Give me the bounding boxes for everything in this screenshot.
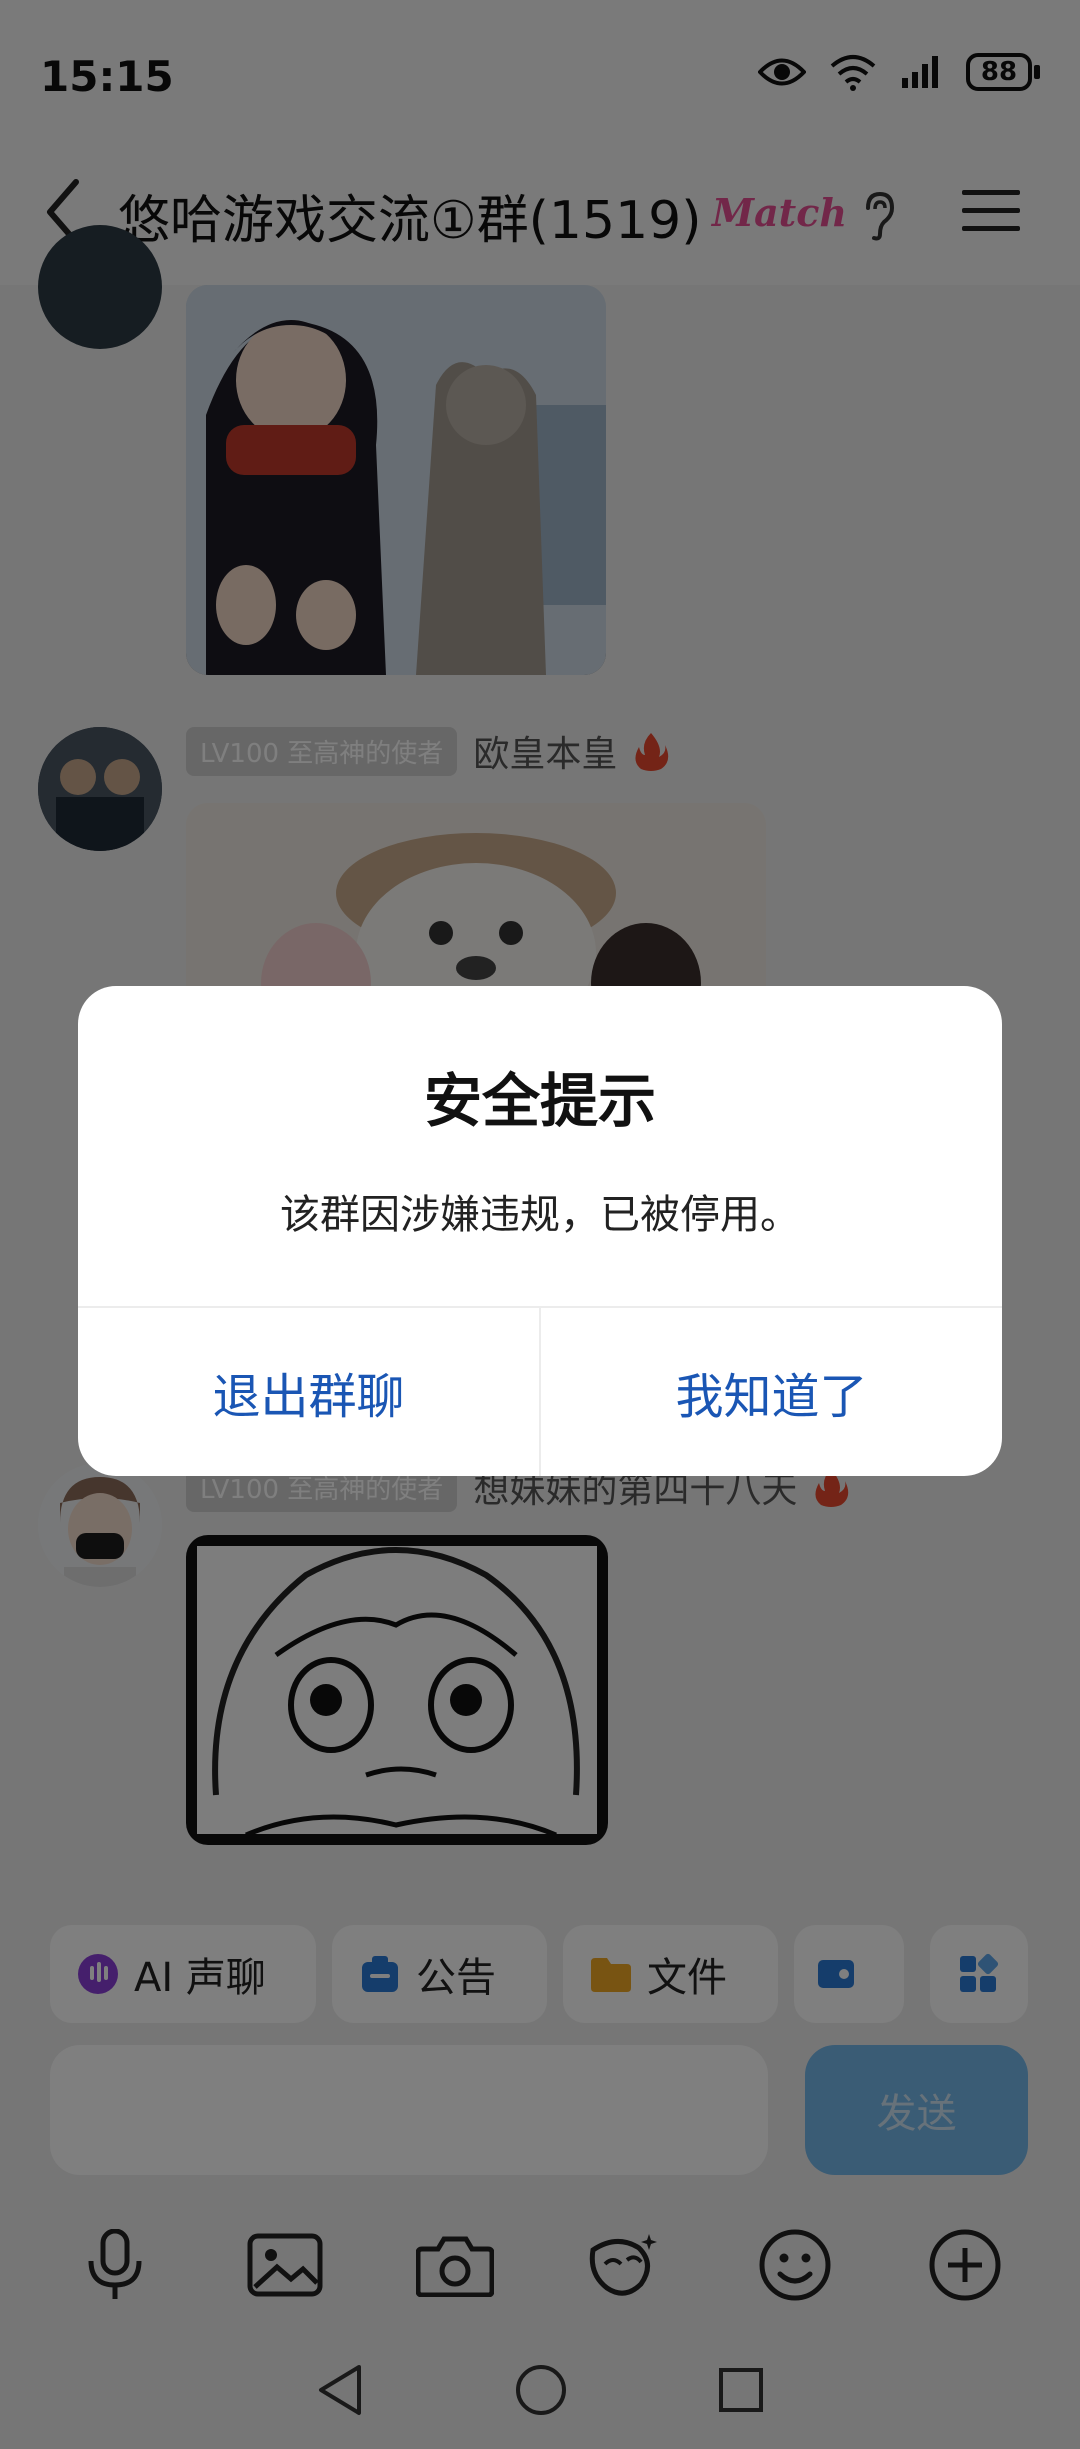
acknowledge-button[interactable]: 我知道了 (541, 1308, 1002, 1476)
exit-group-button[interactable]: 退出群聊 (78, 1308, 539, 1476)
dialog-message: 该群因涉嫌违规，已被停用。 (280, 1192, 800, 1238)
dialog-title: 安全提示 (423, 1067, 656, 1135)
security-alert-dialog: 安全提示 该群因涉嫌违规，已被停用。 退出群聊 我知道了 (78, 986, 1002, 1476)
